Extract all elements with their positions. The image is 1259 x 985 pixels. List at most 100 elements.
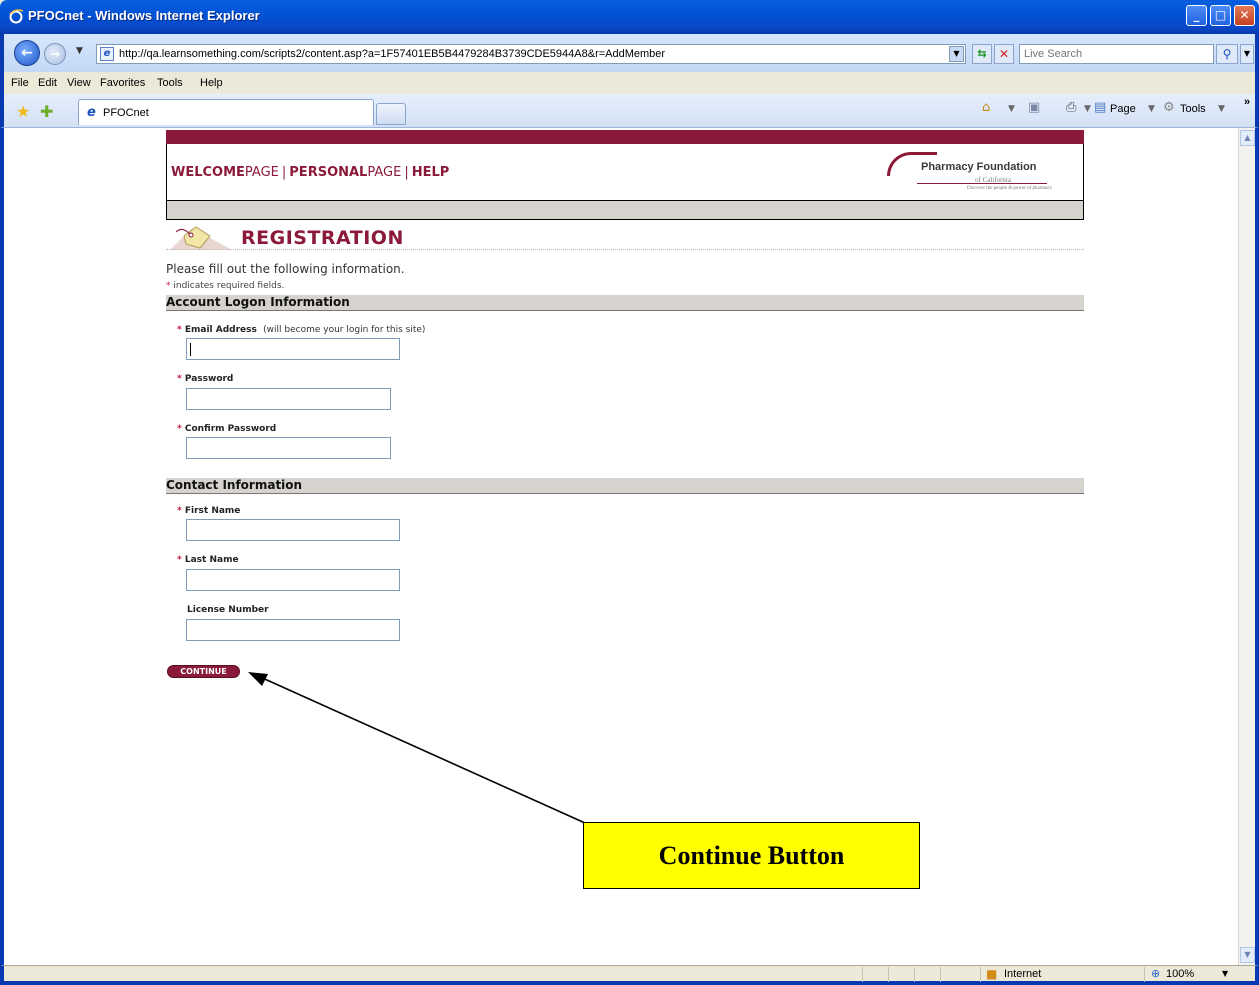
search-input[interactable] <box>1020 45 1210 63</box>
email-field[interactable] <box>186 338 400 360</box>
title-bar: PFOCnet - Windows Internet Explorer _ □ … <box>0 0 1259 34</box>
security-zone[interactable]: Internet <box>1004 968 1041 980</box>
maximize-button[interactable]: □ <box>1210 5 1231 26</box>
header-grey-band <box>166 201 1084 220</box>
new-tab-button[interactable] <box>376 103 406 125</box>
callout-arrow <box>248 672 586 824</box>
password-label: * Password <box>177 374 234 384</box>
chevron-more-icon[interactable]: » <box>1244 96 1250 108</box>
section-title: Contact Information <box>166 478 303 492</box>
home-dropdown-icon[interactable]: ▼ <box>1008 104 1015 114</box>
ie-tab-icon: e <box>87 105 96 120</box>
logo-tagline: Discover the people & power of pharmacy <box>967 186 1053 191</box>
minimize-button[interactable]: _ <box>1186 5 1207 26</box>
ie-logo-icon <box>9 9 24 24</box>
menu-bar: File Edit View Favorites Tools Help <box>0 72 1259 94</box>
nav-help[interactable]: HELP <box>412 165 450 180</box>
site-nav: WELCOMEPAGE | PERSONALPAGE | HELP <box>171 165 450 180</box>
menu-edit[interactable]: Edit <box>38 77 57 89</box>
url-text[interactable]: http://qa.learnsomething.com/scripts2/co… <box>119 48 665 60</box>
menu-tools[interactable]: Tools <box>157 77 183 89</box>
nav-welcome-page[interactable]: WELCOMEPAGE <box>171 165 279 180</box>
license-number-field[interactable] <box>186 619 400 641</box>
add-favorite-icon[interactable]: ✚ <box>40 102 53 121</box>
logo-underline <box>917 183 1047 184</box>
tools-gear-icon: ⚙ <box>1163 100 1175 115</box>
address-toolbar: ← → ▼ e http://qa.learnsomething.com/scr… <box>0 34 1259 72</box>
zoom-dropdown-icon[interactable]: ▼ <box>1222 969 1228 978</box>
first-name-label: * First Name <box>177 506 241 516</box>
required-note: * indicates required fields. <box>166 281 285 291</box>
confirm-password-field[interactable] <box>186 437 391 459</box>
registration-heading: REGISTRATION <box>241 227 404 249</box>
nav-personal-page[interactable]: PERSONALPAGE <box>289 165 401 180</box>
search-box[interactable] <box>1019 44 1214 64</box>
menu-favorites[interactable]: Favorites <box>100 77 145 89</box>
status-cell <box>888 967 889 982</box>
callout-text: Continue Button <box>658 841 845 870</box>
status-bar: ■ Internet ⊕ 100% ▼ <box>0 965 1259 985</box>
email-input[interactable] <box>187 339 399 359</box>
status-cell <box>862 967 863 982</box>
heading-divider <box>166 249 1084 250</box>
refresh-button[interactable]: ⇆ <box>972 44 992 64</box>
home-icon[interactable]: ⌂ <box>982 100 990 115</box>
section-account-logon: Account Logon Information <box>166 295 1084 311</box>
header-top-band <box>166 130 1084 144</box>
page-menu[interactable]: Page <box>1110 103 1136 115</box>
password-input[interactable] <box>187 389 390 409</box>
tools-menu[interactable]: Tools <box>1180 103 1206 115</box>
first-name-input[interactable] <box>187 520 399 540</box>
last-name-label: * Last Name <box>177 555 239 565</box>
password-field[interactable] <box>186 388 391 410</box>
registration-tag-icon <box>170 226 232 250</box>
continue-button[interactable]: CONTINUE <box>167 665 240 678</box>
scroll-up-icon[interactable]: ▲ <box>1240 130 1255 146</box>
tools-dropdown-icon[interactable]: ▼ <box>1218 104 1225 114</box>
confirm-password-label: * Confirm Password <box>177 424 277 434</box>
site-header: WELCOMEPAGE | PERSONALPAGE | HELP Pharmacy F… <box>166 144 1084 201</box>
confirm-password-input[interactable] <box>187 438 390 458</box>
first-name-field[interactable] <box>186 519 400 541</box>
stop-button[interactable]: ✕ <box>994 44 1014 64</box>
status-cell <box>940 967 941 982</box>
page-dropdown-icon[interactable]: ▼ <box>1148 104 1155 114</box>
menu-view[interactable]: View <box>67 77 91 89</box>
tab-label: PFOCnet <box>103 107 149 119</box>
menu-help[interactable]: Help <box>200 77 223 89</box>
tab-pfocnet[interactable]: e PFOCnet <box>78 99 374 125</box>
license-number-label: License Number <box>187 605 269 615</box>
section-title: Account Logon Information <box>166 295 350 309</box>
page-menu-icon: ▤ <box>1094 100 1107 115</box>
status-cell <box>980 967 981 982</box>
search-icon[interactable]: ⚲ <box>1216 44 1238 64</box>
last-name-field[interactable] <box>186 569 400 591</box>
zoom-level[interactable]: 100% <box>1166 968 1194 980</box>
intro-text: Please fill out the following informatio… <box>166 262 405 276</box>
history-dropdown-icon[interactable]: ▼ <box>76 46 83 56</box>
zoom-icon: ⊕ <box>1151 967 1161 980</box>
protected-mode-icon: ■ <box>986 967 998 981</box>
search-options-icon[interactable]: ▼ <box>1240 44 1254 64</box>
text-caret <box>190 343 191 356</box>
section-contact: Contact Information <box>166 478 1084 494</box>
vertical-scrollbar[interactable]: ▲ ▼ <box>1238 128 1255 965</box>
close-button[interactable]: ✕ <box>1234 5 1255 26</box>
scroll-down-icon[interactable]: ▼ <box>1240 947 1255 963</box>
status-cell <box>914 967 915 982</box>
back-button[interactable]: ← <box>14 40 40 66</box>
last-name-input[interactable] <box>187 570 399 590</box>
pharmacy-foundation-logo: Pharmacy Foundation of California Discov… <box>887 150 1077 195</box>
menu-file[interactable]: File <box>11 77 29 89</box>
license-number-input[interactable] <box>187 620 399 640</box>
status-cell <box>1144 967 1145 982</box>
favorites-star-icon[interactable]: ★ <box>16 102 30 121</box>
feeds-icon[interactable]: ▣ <box>1028 100 1040 115</box>
annotation-callout: Continue Button <box>583 822 920 889</box>
address-bar[interactable]: e http://qa.learnsomething.com/scripts2/… <box>96 44 966 64</box>
print-icon[interactable]: ⎙ <box>1066 100 1076 115</box>
address-dropdown-icon[interactable]: ▼ <box>949 46 964 62</box>
forward-button[interactable]: → <box>44 43 66 65</box>
email-label: * Email Address (will become your login … <box>177 325 426 335</box>
print-dropdown-icon[interactable]: ▼ <box>1084 104 1091 114</box>
